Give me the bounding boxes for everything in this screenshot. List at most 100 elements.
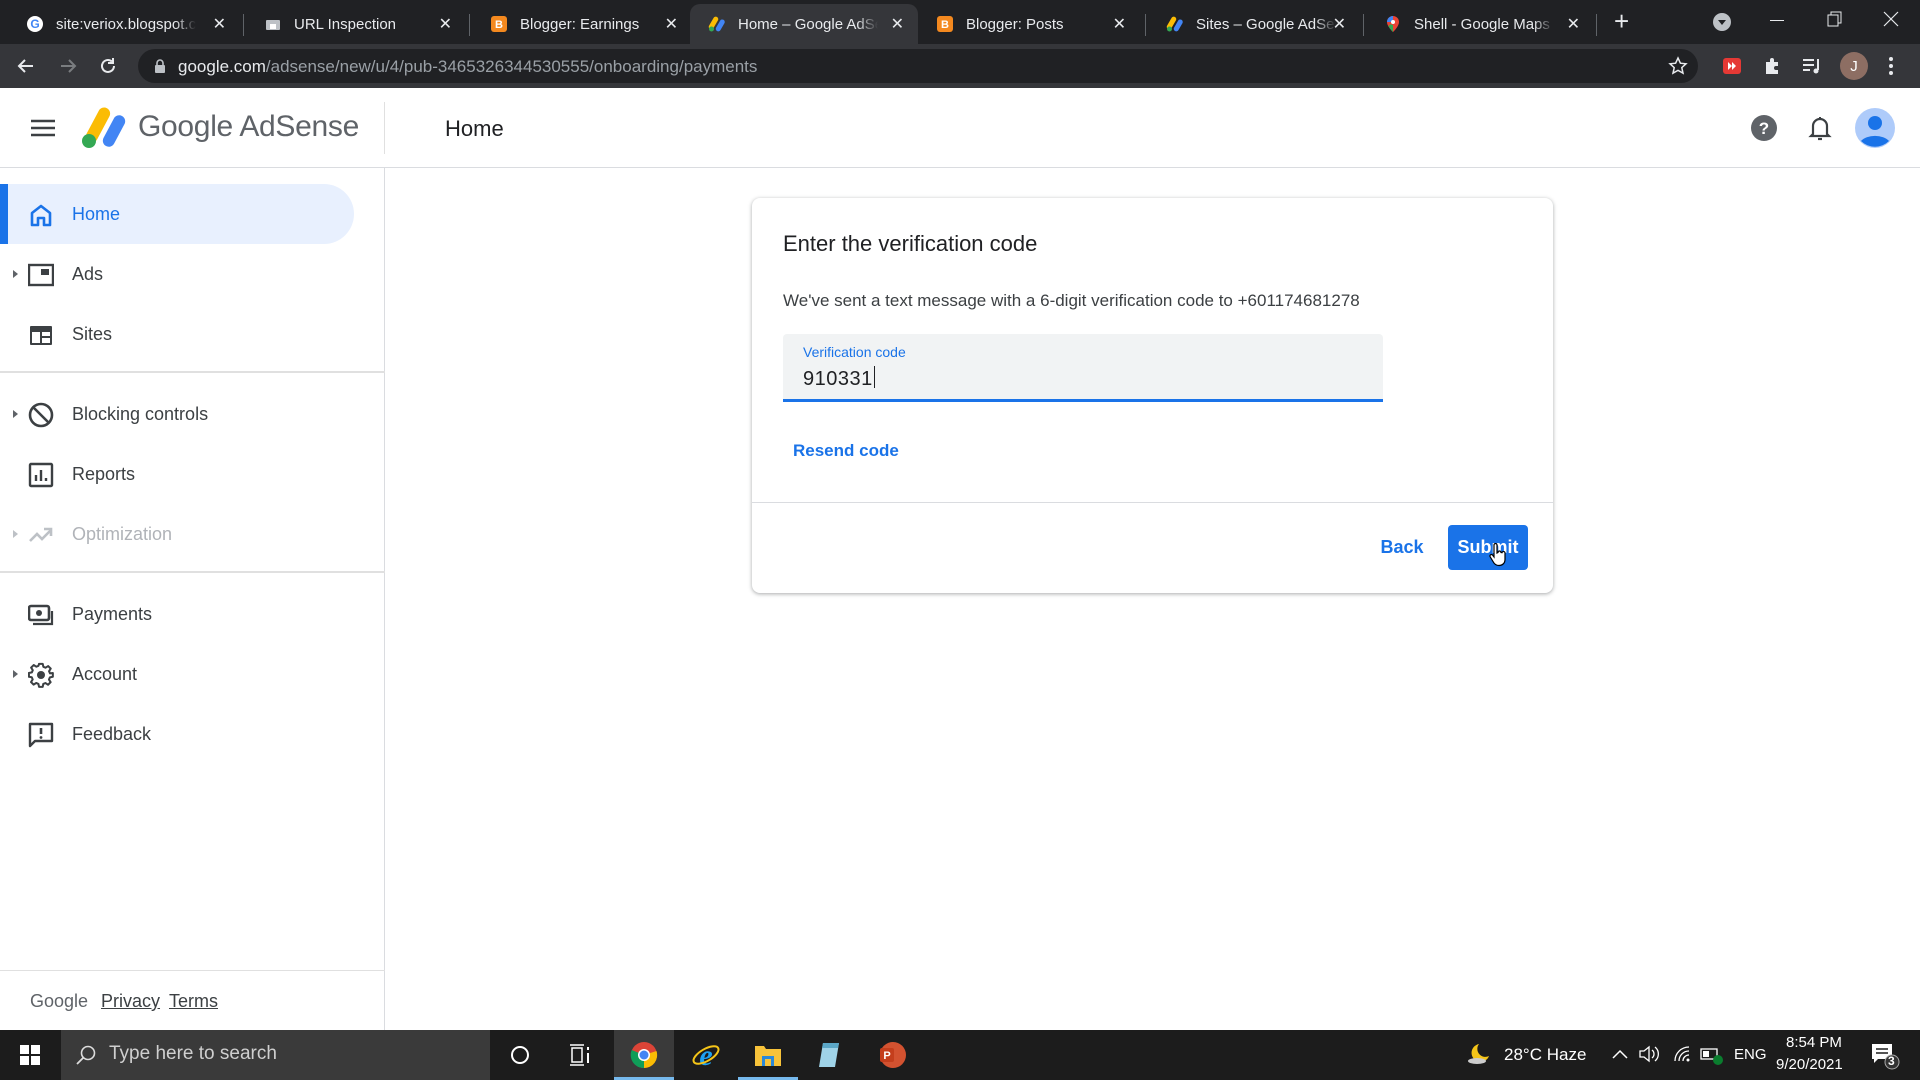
tab-search-icon[interactable] bbox=[1712, 12, 1732, 32]
taskbar-notepad[interactable] bbox=[800, 1030, 860, 1080]
sidebar-item-payments[interactable]: Payments bbox=[0, 584, 354, 644]
sidebar-item-optimization[interactable]: Optimization bbox=[0, 504, 354, 564]
window-close-icon[interactable] bbox=[1883, 11, 1899, 27]
verification-card: Enter the verification code We've sent a… bbox=[752, 198, 1553, 593]
browser-tab[interactable]: B Blogger: Posts ✕ bbox=[918, 4, 1140, 44]
blogger-icon: B bbox=[937, 16, 953, 32]
adsense-logo-icon bbox=[82, 107, 126, 148]
hamburger-menu-icon[interactable] bbox=[31, 119, 55, 137]
sidebar-item-blocking-controls[interactable]: Blocking controls bbox=[0, 384, 354, 444]
verification-code-input[interactable]: Verification code 910331 bbox=[783, 334, 1383, 402]
privacy-link[interactable]: Privacy bbox=[101, 991, 160, 1012]
expand-caret-icon[interactable] bbox=[13, 530, 18, 538]
address-bar[interactable]: google.com/adsense/new/u/4/pub-346532634… bbox=[138, 49, 1698, 83]
browser-tab[interactable]: B Blogger: Earnings ✕ bbox=[472, 4, 692, 44]
tray-chevron-up-icon[interactable] bbox=[1612, 1048, 1628, 1060]
resend-code-link[interactable]: Resend code bbox=[793, 441, 899, 461]
tab-close-icon[interactable]: ✕ bbox=[439, 14, 452, 34]
sidebar-item-label: Account bbox=[72, 663, 138, 684]
terms-link-text[interactable]: Terms bbox=[169, 991, 218, 1011]
back-arrow-icon[interactable] bbox=[16, 56, 36, 76]
expand-caret-icon[interactable] bbox=[13, 410, 18, 418]
minimize-icon[interactable] bbox=[1770, 20, 1784, 21]
url-host: google.com bbox=[178, 57, 266, 76]
wifi-icon[interactable] bbox=[1672, 1044, 1692, 1064]
browser-tab[interactable]: Sites – Google AdSense ✕ bbox=[1148, 4, 1360, 44]
browser-tab[interactable]: URL Inspection ✕ bbox=[246, 4, 466, 44]
tab-separator bbox=[1145, 14, 1146, 36]
extensions-puzzle-icon[interactable] bbox=[1762, 56, 1782, 76]
tab-title: site:veriox.blogspot.co bbox=[56, 15, 196, 33]
sidebar-item-sites[interactable]: Sites bbox=[0, 304, 354, 364]
expand-caret-icon[interactable] bbox=[13, 270, 18, 278]
sidebar-item-ads[interactable]: Ads bbox=[0, 244, 354, 304]
tab-separator bbox=[243, 14, 244, 36]
expand-caret-icon[interactable] bbox=[13, 670, 18, 678]
restore-icon[interactable] bbox=[1826, 11, 1842, 27]
footer-google-label: Google bbox=[30, 991, 89, 1011]
sidebar-item-reports[interactable]: Reports bbox=[0, 444, 354, 504]
sidebar-item-account[interactable]: Account bbox=[0, 644, 354, 704]
card-divider bbox=[752, 502, 1553, 503]
windows-start-icon[interactable] bbox=[20, 1045, 40, 1065]
browser-tab[interactable]: G site:veriox.blogspot.co ✕ bbox=[8, 4, 240, 44]
browser-toolbar: google.com/adsense/new/u/4/pub-346532634… bbox=[0, 44, 1920, 88]
help-icon[interactable]: ? bbox=[1751, 115, 1777, 141]
battery-icon[interactable] bbox=[1700, 1045, 1724, 1065]
taskbar-internet-explorer[interactable]: e bbox=[676, 1030, 736, 1080]
back-button[interactable]: Back bbox=[1367, 525, 1437, 570]
verification-code-value[interactable]: 910331 bbox=[803, 366, 875, 391]
lock-icon[interactable] bbox=[154, 59, 166, 73]
powerpoint-icon: P bbox=[880, 1042, 906, 1068]
sidebar-item-home[interactable]: Home bbox=[0, 184, 354, 244]
tab-close-icon[interactable]: ✕ bbox=[665, 14, 678, 34]
browser-tab-active[interactable]: Home – Google AdSense ✕ bbox=[690, 4, 918, 44]
terms-link[interactable]: Terms bbox=[169, 991, 218, 1012]
header-divider bbox=[384, 102, 385, 154]
sidebar-item-label: Payments bbox=[72, 603, 153, 624]
privacy-link-text[interactable]: Privacy bbox=[101, 991, 160, 1011]
browser-tab-strip: G site:veriox.blogspot.co ✕ URL Inspecti… bbox=[0, 0, 1920, 44]
profile-avatar[interactable]: J bbox=[1840, 52, 1868, 80]
new-tab-button[interactable]: + bbox=[1614, 6, 1629, 37]
taskbar-search-box[interactable]: Type here to search bbox=[61, 1030, 490, 1080]
account-avatar-icon[interactable] bbox=[1855, 108, 1895, 148]
tab-close-icon[interactable]: ✕ bbox=[213, 14, 226, 34]
input-language[interactable]: ENG bbox=[1734, 1046, 1767, 1063]
media-playlist-icon[interactable] bbox=[1802, 57, 1822, 75]
gear-icon bbox=[28, 662, 54, 688]
taskbar-file-explorer[interactable] bbox=[738, 1030, 798, 1080]
weather-text[interactable]: 28°C Haze bbox=[1504, 1045, 1586, 1065]
extension-video-speed-icon[interactable] bbox=[1722, 57, 1742, 75]
app-header: Google AdSense Home ? bbox=[0, 88, 1920, 168]
volume-icon[interactable] bbox=[1638, 1044, 1660, 1064]
action-center-icon[interactable] bbox=[1870, 1042, 1900, 1070]
cortana-button[interactable] bbox=[490, 1030, 550, 1080]
payments-icon bbox=[28, 604, 54, 626]
browser-tab[interactable]: Shell - Google Maps ✕ bbox=[1366, 4, 1594, 44]
task-view-button[interactable] bbox=[550, 1030, 610, 1080]
clock-time[interactable]: 8:54 PM bbox=[1786, 1034, 1842, 1051]
brand-name[interactable]: Google AdSense bbox=[138, 110, 359, 144]
tab-close-icon[interactable]: ✕ bbox=[891, 14, 904, 34]
notepad-icon bbox=[819, 1043, 839, 1067]
weather-moon-icon[interactable] bbox=[1465, 1042, 1491, 1066]
forward-arrow-icon[interactable] bbox=[58, 56, 78, 76]
adsense-icon bbox=[708, 16, 725, 32]
sidebar-item-feedback[interactable]: Feedback bbox=[0, 704, 354, 764]
submit-button[interactable]: Submit bbox=[1448, 525, 1528, 570]
notifications-bell-icon[interactable] bbox=[1808, 114, 1832, 142]
taskbar-chrome[interactable] bbox=[614, 1030, 674, 1080]
taskbar-powerpoint[interactable]: P bbox=[862, 1030, 922, 1080]
sidebar-divider bbox=[0, 371, 385, 373]
reload-icon[interactable] bbox=[98, 56, 118, 76]
tab-close-icon[interactable]: ✕ bbox=[1113, 14, 1126, 34]
chrome-menu-icon[interactable] bbox=[1888, 56, 1894, 76]
card-title: Enter the verification code bbox=[783, 231, 1038, 256]
tab-close-icon[interactable]: ✕ bbox=[1567, 14, 1580, 34]
tab-close-icon[interactable]: ✕ bbox=[1333, 14, 1346, 34]
bookmark-star-icon[interactable] bbox=[1668, 56, 1688, 76]
sidebar-item-label: Optimization bbox=[72, 523, 173, 544]
clock-date[interactable]: 9/20/2021 bbox=[1776, 1056, 1843, 1073]
tab-title: URL Inspection bbox=[294, 15, 396, 33]
